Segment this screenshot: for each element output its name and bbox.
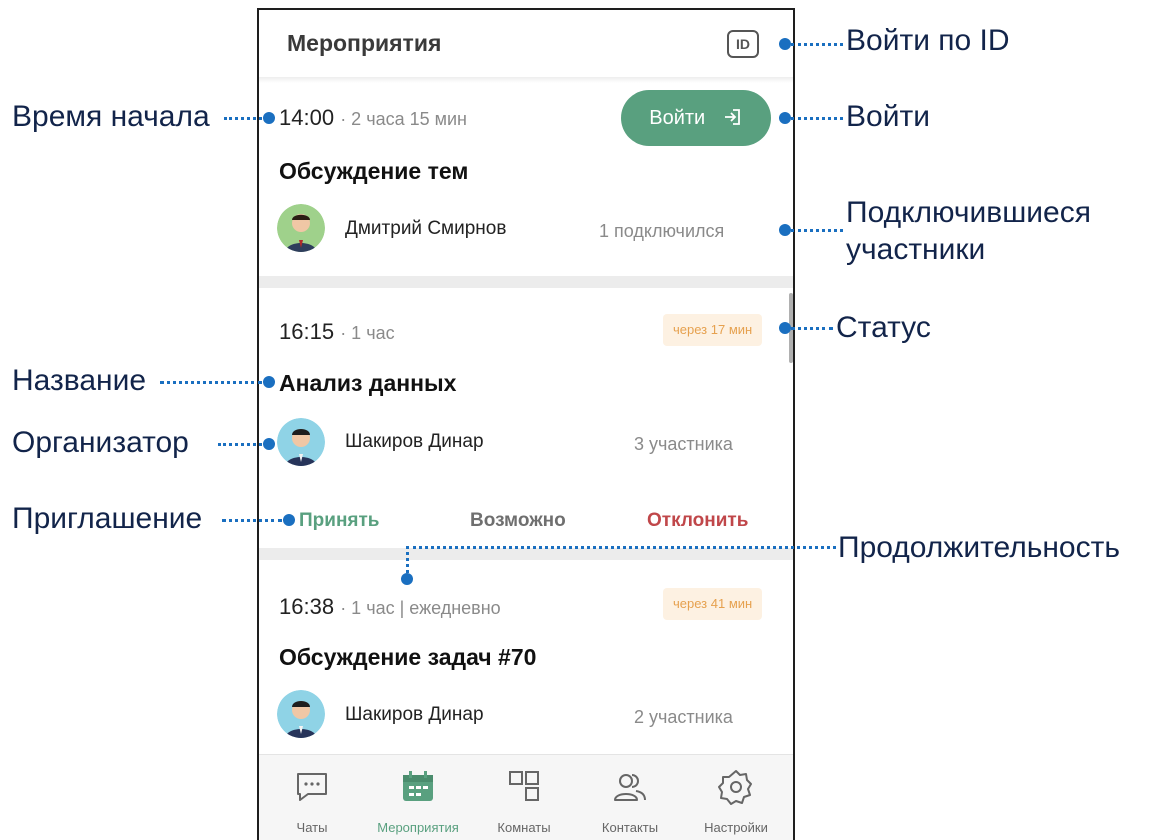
callout-status: Статус (836, 311, 931, 344)
callout-dot (401, 573, 413, 585)
callout-dot (779, 224, 791, 236)
participants-count[interactable]: 3 участника (634, 434, 733, 455)
avatar (277, 690, 325, 738)
start-time: 16:38 (279, 594, 335, 619)
event-title[interactable]: Обсуждение тем (279, 158, 468, 185)
callout-invitation: Приглашение (12, 502, 203, 535)
phone-screen: Мероприятия ID 14:00 · 2 часа 15 мин Вой… (257, 8, 795, 840)
event-time: 16:38 · 1 час | ежедневно (279, 594, 501, 620)
nav-label: Чаты (296, 820, 328, 835)
callout-dot (263, 376, 275, 388)
page-title: Мероприятия (287, 30, 442, 56)
event-title[interactable]: Анализ данных (279, 370, 456, 397)
decline-button[interactable]: Отклонить (647, 510, 748, 532)
nav-label: Мероприятия (377, 820, 459, 835)
rooms-icon (509, 771, 539, 801)
callout-connected-line1: Подключившиеся (846, 196, 1091, 229)
enter-button-label: Войти (649, 107, 706, 129)
event-time: 14:00 · 2 часа 15 мин (279, 105, 467, 131)
enter-button[interactable]: Войти (621, 90, 771, 146)
nav-label: Настройки (704, 820, 768, 835)
nav-item-events[interactable]: Мероприятия (365, 755, 471, 840)
nav-label: Комнаты (497, 820, 551, 835)
settings-icon (718, 770, 752, 805)
callout-login-by-id: Войти по ID (846, 24, 1010, 57)
calendar-icon (403, 771, 433, 801)
callout-name: Название (12, 364, 147, 397)
callout-organizer: Организатор (12, 426, 189, 459)
callout-dot (283, 514, 295, 526)
participants-count[interactable]: 1 подключился (599, 221, 724, 242)
event-time: 16:15 · 1 час (279, 319, 395, 345)
accept-button[interactable]: Принять (299, 510, 380, 532)
header-shadow (259, 77, 793, 83)
start-time: 14:00 (279, 105, 335, 130)
event-title[interactable]: Обсуждение задач #70 (279, 644, 536, 671)
callout-line (224, 117, 262, 120)
nav-item-chats[interactable]: Чаты (259, 755, 365, 840)
callout-connected-line2: участники (846, 233, 986, 266)
organizer-name: Шакиров Динар (345, 704, 484, 725)
callout-line (160, 381, 262, 384)
status-badge: через 41 мин (663, 588, 763, 620)
callout-line (406, 546, 836, 549)
callout-dot (779, 112, 791, 124)
start-time: 16:15 (279, 319, 335, 344)
participants-count[interactable]: 2 участника (634, 707, 733, 728)
maybe-button[interactable]: Возможно (470, 510, 566, 532)
callout-line (218, 443, 262, 446)
divider (259, 276, 793, 288)
organizer-name: Дмитрий Смирнов (345, 218, 507, 239)
event-duration: · 1 час | ежедневно (340, 598, 501, 618)
callout-line (791, 117, 843, 120)
event-duration: · 1 час (340, 323, 395, 343)
avatar (277, 418, 325, 466)
organizer-avatar-icon (277, 418, 325, 466)
callout-dot (263, 112, 275, 124)
contacts-icon (614, 774, 646, 801)
chat-icon (297, 773, 327, 801)
login-icon (724, 109, 740, 125)
nav-item-settings[interactable]: Настройки (683, 755, 789, 840)
divider (259, 548, 793, 560)
event-duration: · 2 часа 15 мин (340, 109, 467, 129)
callout-line (222, 519, 282, 522)
avatar (277, 204, 325, 252)
callout-line (406, 546, 409, 573)
callout-dot (779, 38, 791, 50)
callout-enter: Войти (846, 100, 930, 133)
callout-start-time: Время начала (12, 100, 210, 133)
organizer-avatar-icon (277, 204, 325, 252)
callout-dot (779, 322, 791, 334)
status-badge: через 17 мин (663, 314, 763, 346)
nav-item-rooms[interactable]: Комнаты (471, 755, 577, 840)
bottom-nav: Чаты Мероприятия Комнаты Контакты Настро… (259, 754, 793, 840)
nav-label: Контакты (601, 820, 659, 835)
organizer-avatar-icon (277, 690, 325, 738)
callout-line (791, 327, 833, 330)
nav-item-contacts[interactable]: Контакты (577, 755, 683, 840)
app-header: Мероприятия ID (259, 10, 793, 78)
callout-dot (263, 438, 275, 450)
callout-line (791, 43, 843, 46)
login-by-id-button[interactable]: ID (727, 30, 759, 58)
organizer-name: Шакиров Динар (345, 431, 484, 452)
callout-line (791, 229, 843, 232)
callout-duration: Продолжительность (838, 531, 1120, 564)
